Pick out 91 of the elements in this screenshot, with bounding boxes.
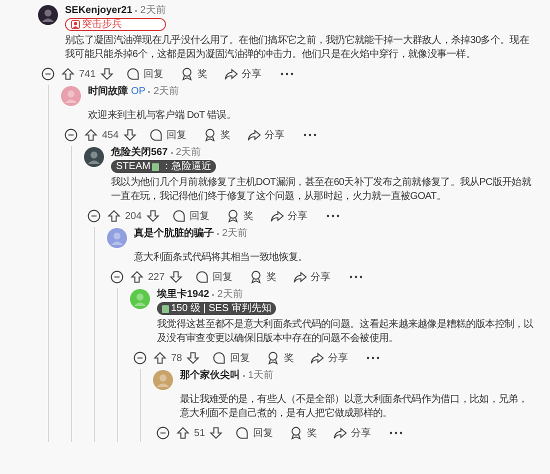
reply-button[interactable]: 回复 xyxy=(235,426,274,440)
comment-text: 我以为他们几个月前就修复了主机DOT漏洞，甚至在60天补丁发布之前就修复了。我从PC版开始就一直在玩，我记得他们终于修复了这个问题，从那时起，火力就一直被GOAT。 xyxy=(110,176,532,204)
timestamp: 2天前 xyxy=(222,227,248,240)
share-arrow-icon xyxy=(224,67,238,81)
ribbon-icon xyxy=(180,67,194,81)
op-label: OP xyxy=(131,85,146,98)
collapse-icon xyxy=(133,351,147,365)
vote-count: 51 xyxy=(194,426,206,440)
ribbon-icon xyxy=(202,128,217,142)
share-button[interactable]: 分享 xyxy=(292,270,331,284)
username[interactable]: SEKenjoyer21 xyxy=(65,4,132,17)
vote-count: 454 xyxy=(102,128,119,142)
upvote-icon xyxy=(130,270,144,284)
share-button[interactable]: 分享 xyxy=(246,128,285,142)
downvote-icon xyxy=(168,270,183,284)
collapse-icon xyxy=(110,270,124,284)
username[interactable]: 埃里卡1942 xyxy=(157,288,210,301)
comment-text: 我觉得这甚至都不是意大利面条式代码的问题。这看起来越来越像是糟糕的版本控制，以及没有审查变更以确保旧版本中存在的问题不会被使用。 xyxy=(156,318,534,346)
speech-bubble-icon xyxy=(126,67,140,81)
username[interactable]: 时间故障 xyxy=(88,85,128,98)
comment-text: 欢迎来到主机与客户端 DoT 错误。 xyxy=(87,109,237,123)
speech-bubble-icon xyxy=(212,351,226,365)
collapse-icon xyxy=(156,426,170,440)
ribbon-icon xyxy=(266,351,280,365)
ribbon-icon xyxy=(248,270,263,284)
upvote-icon xyxy=(107,209,121,223)
comment-text: 意大利面条式代码将其相当一致地恢复。 xyxy=(133,251,309,265)
avatar xyxy=(61,86,81,106)
timestamp: 2天前 xyxy=(217,288,243,301)
downvote-icon xyxy=(100,67,114,81)
flair-text: STEAM xyxy=(116,162,150,172)
downvote-icon xyxy=(122,128,137,142)
upvote-icon xyxy=(61,67,75,81)
speech-bubble-icon xyxy=(148,128,163,142)
flair-text: 150 级 | SES 审判先知 xyxy=(171,304,272,314)
timestamp: 1天前 xyxy=(248,369,274,382)
avatar xyxy=(38,5,58,25)
username[interactable]: 那个家伙尖叫 xyxy=(180,369,240,382)
vote-count: 227 xyxy=(148,270,165,284)
flair-icon xyxy=(162,304,169,312)
username[interactable]: 危险关闭567 xyxy=(111,146,168,159)
share-arrow-icon xyxy=(292,270,307,284)
avatar xyxy=(107,228,127,248)
speech-bubble-icon xyxy=(235,426,250,440)
share-arrow-icon xyxy=(270,209,284,223)
share-arrow-icon xyxy=(310,351,324,365)
speech-bubble-icon xyxy=(172,209,186,223)
vote-count: 741 xyxy=(79,68,96,82)
reply-button[interactable]: 回复 xyxy=(194,270,233,284)
upvote-icon xyxy=(84,128,98,142)
upvote-icon xyxy=(176,426,190,440)
flair-text: ：急险逼近 xyxy=(161,162,212,172)
downvote-icon xyxy=(186,351,200,365)
collapse-icon xyxy=(87,209,101,223)
ribbon-icon xyxy=(226,209,240,223)
share-button[interactable]: 分享 xyxy=(310,350,348,366)
share-button[interactable]: 分享 xyxy=(333,426,372,440)
comment-text: 最让我难受的是，有些人（不是全部）以意大利面条代码作为借口，比如，兄弟，意大利面不是自己煮的，是有人把它做成那样的。 xyxy=(179,393,528,421)
timestamp: 2天前 xyxy=(140,4,166,17)
award-button[interactable]: 奖 xyxy=(266,350,294,366)
reply-button[interactable]: 回复 xyxy=(212,350,250,366)
avatar xyxy=(153,370,173,390)
award-button[interactable]: 奖 xyxy=(289,426,318,440)
award-button[interactable]: 奖 xyxy=(180,66,208,82)
flair-text: 突击步兵 xyxy=(82,20,122,30)
timestamp: 2天前 xyxy=(153,85,180,98)
share-arrow-icon xyxy=(333,426,348,440)
award-button[interactable]: 奖 xyxy=(202,128,231,142)
share-button[interactable]: 分享 xyxy=(224,66,262,82)
vote-count: 78 xyxy=(171,352,182,366)
collapse-icon xyxy=(64,128,78,142)
share-button[interactable]: 分享 xyxy=(270,208,308,224)
speech-bubble-icon xyxy=(194,270,209,284)
reply-button[interactable]: 回复 xyxy=(172,208,210,224)
award-button[interactable]: 奖 xyxy=(226,208,254,224)
reply-button[interactable]: 回复 xyxy=(148,128,187,142)
ribbon-icon xyxy=(289,426,304,440)
downvote-icon xyxy=(209,426,224,440)
username[interactable]: 真是个肮脏的骗子 xyxy=(134,227,214,240)
avatar xyxy=(130,289,150,309)
upvote-icon xyxy=(153,351,167,365)
vote-count: 204 xyxy=(125,210,142,224)
avatar xyxy=(84,147,104,167)
downvote-icon xyxy=(146,209,160,223)
timestamp: 2天前 xyxy=(176,146,202,159)
collapse-icon xyxy=(41,67,55,81)
reply-button[interactable]: 回复 xyxy=(126,66,164,82)
share-arrow-icon xyxy=(246,128,261,142)
comment-text: 别忘了凝固汽油弹现在几乎没什么用了。在他们搞坏它之前，我扔它就能干掉一大群敌人，杀掉30多个。现在我可能只能杀掉6个，这都是因为凝固汽油弹的冲击力。他们只是在火焰中穿行，就像没事一样。 xyxy=(64,34,530,62)
award-button[interactable]: 奖 xyxy=(248,270,277,284)
flair-icon xyxy=(152,162,160,170)
